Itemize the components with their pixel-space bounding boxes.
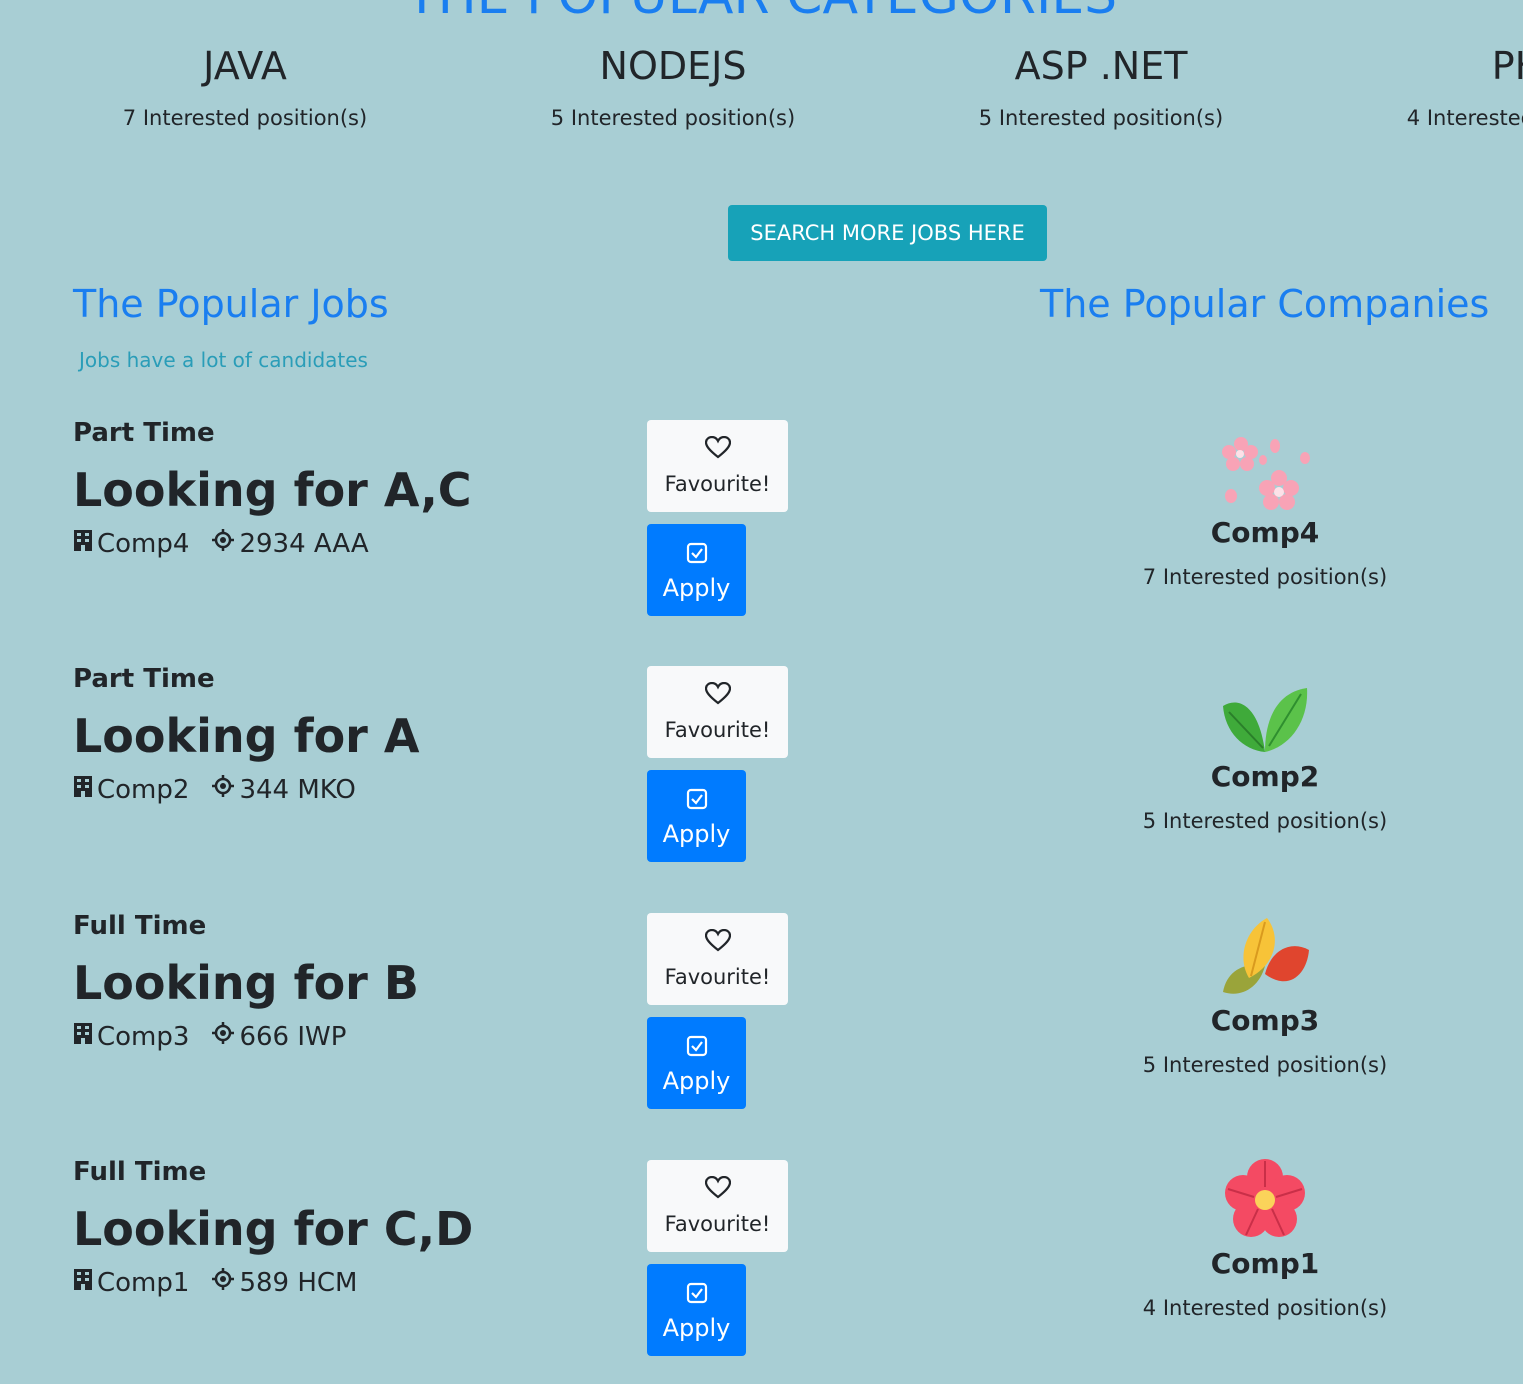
apply-button[interactable]: Apply [647, 1264, 746, 1356]
popular-jobs-title: The Popular Jobs [73, 282, 389, 326]
apply-button[interactable]: Apply [647, 770, 746, 862]
favourite-label: Favourite! [664, 965, 771, 989]
autumn-leaves-icon [1090, 910, 1440, 1000]
job-type: Full Time [73, 1157, 207, 1187]
apply-button[interactable]: Apply [647, 1017, 746, 1109]
cherry-blossom-icon [1090, 422, 1440, 512]
company-name: Comp1 [1210, 1247, 1320, 1280]
job-company: Comp3 [97, 1021, 190, 1052]
job-meta: Comp4 2934 AAA [73, 528, 633, 559]
apply-button[interactable]: Apply [647, 524, 746, 616]
job-title[interactable]: Looking for A [73, 708, 633, 764]
job-title[interactable]: Looking for B [73, 955, 633, 1011]
company-name: Comp3 [1210, 1004, 1320, 1037]
company-card-comp2[interactable]: Comp2 5 Interested position(s) [1090, 666, 1440, 833]
job-card: Part Time Looking for A,C Comp4 2934 AAA [73, 418, 633, 559]
job-location: 589 HCM [239, 1267, 358, 1298]
job-location: 2934 AAA [239, 528, 369, 559]
building-icon [73, 1021, 97, 1052]
category-java[interactable]: JAVA 7 Interested position(s) [80, 40, 410, 130]
category-count: 5 Interested position(s) [978, 106, 1224, 130]
category-asp-net[interactable]: ASP .NET 5 Interested position(s) [936, 40, 1266, 130]
popular-companies-title: The Popular Companies [1040, 282, 1490, 326]
check-square-icon [686, 542, 707, 564]
job-company: Comp1 [97, 1267, 190, 1298]
red-flower-icon [1090, 1153, 1440, 1243]
category-name: JAVA [203, 44, 287, 88]
job-company: Comp4 [97, 528, 190, 559]
job-location: 666 IWP [239, 1021, 347, 1052]
apply-label: Apply [662, 820, 731, 848]
apply-label: Apply [662, 1067, 731, 1095]
job-type: Part Time [73, 418, 215, 448]
favourite-label: Favourite! [664, 1212, 771, 1236]
job-location: 344 MKO [239, 774, 356, 805]
company-card-comp4[interactable]: Comp4 7 Interested position(s) [1090, 422, 1440, 589]
company-count: 5 Interested position(s) [1142, 1053, 1388, 1077]
check-square-icon [686, 788, 707, 810]
favourite-label: Favourite! [664, 718, 771, 742]
company-count: 7 Interested position(s) [1142, 565, 1388, 589]
job-card: Full Time Looking for B Comp3 666 IWP [73, 911, 633, 1052]
favourite-button[interactable]: Favourite! [647, 913, 788, 1005]
job-meta: Comp1 589 HCM [73, 1267, 633, 1298]
job-type: Part Time [73, 664, 215, 694]
heart-icon [704, 435, 731, 459]
heart-icon [704, 928, 731, 952]
popular-jobs-subtitle: Jobs have a lot of candidates [79, 348, 368, 372]
company-card-comp1[interactable]: Comp1 4 Interested position(s) [1090, 1153, 1440, 1320]
category-php-clip: PHP 4 Interested position(s) [1364, 0, 1523, 160]
building-icon [73, 1267, 97, 1298]
check-square-icon [686, 1282, 707, 1304]
green-leaves-icon [1090, 666, 1440, 756]
heart-icon [704, 681, 731, 705]
location-target-icon [211, 528, 239, 559]
heart-icon [704, 1175, 731, 1199]
company-name: Comp4 [1210, 516, 1320, 549]
job-card: Part Time Looking for A Comp2 344 MKO [73, 664, 633, 805]
category-nodejs[interactable]: NODEJS 5 Interested position(s) [508, 40, 838, 130]
job-meta: Comp2 344 MKO [73, 774, 633, 805]
favourite-button[interactable]: Favourite! [647, 420, 788, 512]
category-count: 7 Interested position(s) [122, 106, 368, 130]
location-target-icon [211, 1267, 239, 1298]
company-name: Comp2 [1210, 760, 1320, 793]
favourite-button[interactable]: Favourite! [647, 666, 788, 758]
category-name: NODEJS [599, 44, 747, 88]
location-target-icon [211, 774, 239, 805]
favourite-button[interactable]: Favourite! [647, 1160, 788, 1252]
job-company: Comp2 [97, 774, 190, 805]
category-name: PHP [1491, 44, 1523, 88]
job-title[interactable]: Looking for A,C [73, 462, 633, 518]
job-meta: Comp3 666 IWP [73, 1021, 633, 1052]
job-title[interactable]: Looking for C,D [73, 1201, 633, 1257]
category-count: 5 Interested position(s) [550, 106, 796, 130]
category-name: ASP .NET [1014, 44, 1188, 88]
search-more-jobs-button[interactable]: SEARCH MORE JOBS HERE [728, 205, 1047, 261]
category-count: 4 Interested position(s) [1406, 106, 1523, 130]
category-php[interactable]: PHP 4 Interested position(s) [1364, 40, 1523, 130]
building-icon [73, 528, 97, 559]
company-count: 4 Interested position(s) [1142, 1296, 1388, 1320]
building-icon [73, 774, 97, 805]
location-target-icon [211, 1021, 239, 1052]
company-card-comp3[interactable]: Comp3 5 Interested position(s) [1090, 910, 1440, 1077]
job-card: Full Time Looking for C,D Comp1 589 HCM [73, 1157, 633, 1298]
company-count: 5 Interested position(s) [1142, 809, 1388, 833]
categories-title: THE POPULAR CATEGORIES [0, 0, 1523, 26]
apply-label: Apply [662, 1314, 731, 1342]
favourite-label: Favourite! [664, 472, 771, 496]
job-type: Full Time [73, 911, 207, 941]
apply-label: Apply [662, 574, 731, 602]
check-square-icon [686, 1035, 707, 1057]
